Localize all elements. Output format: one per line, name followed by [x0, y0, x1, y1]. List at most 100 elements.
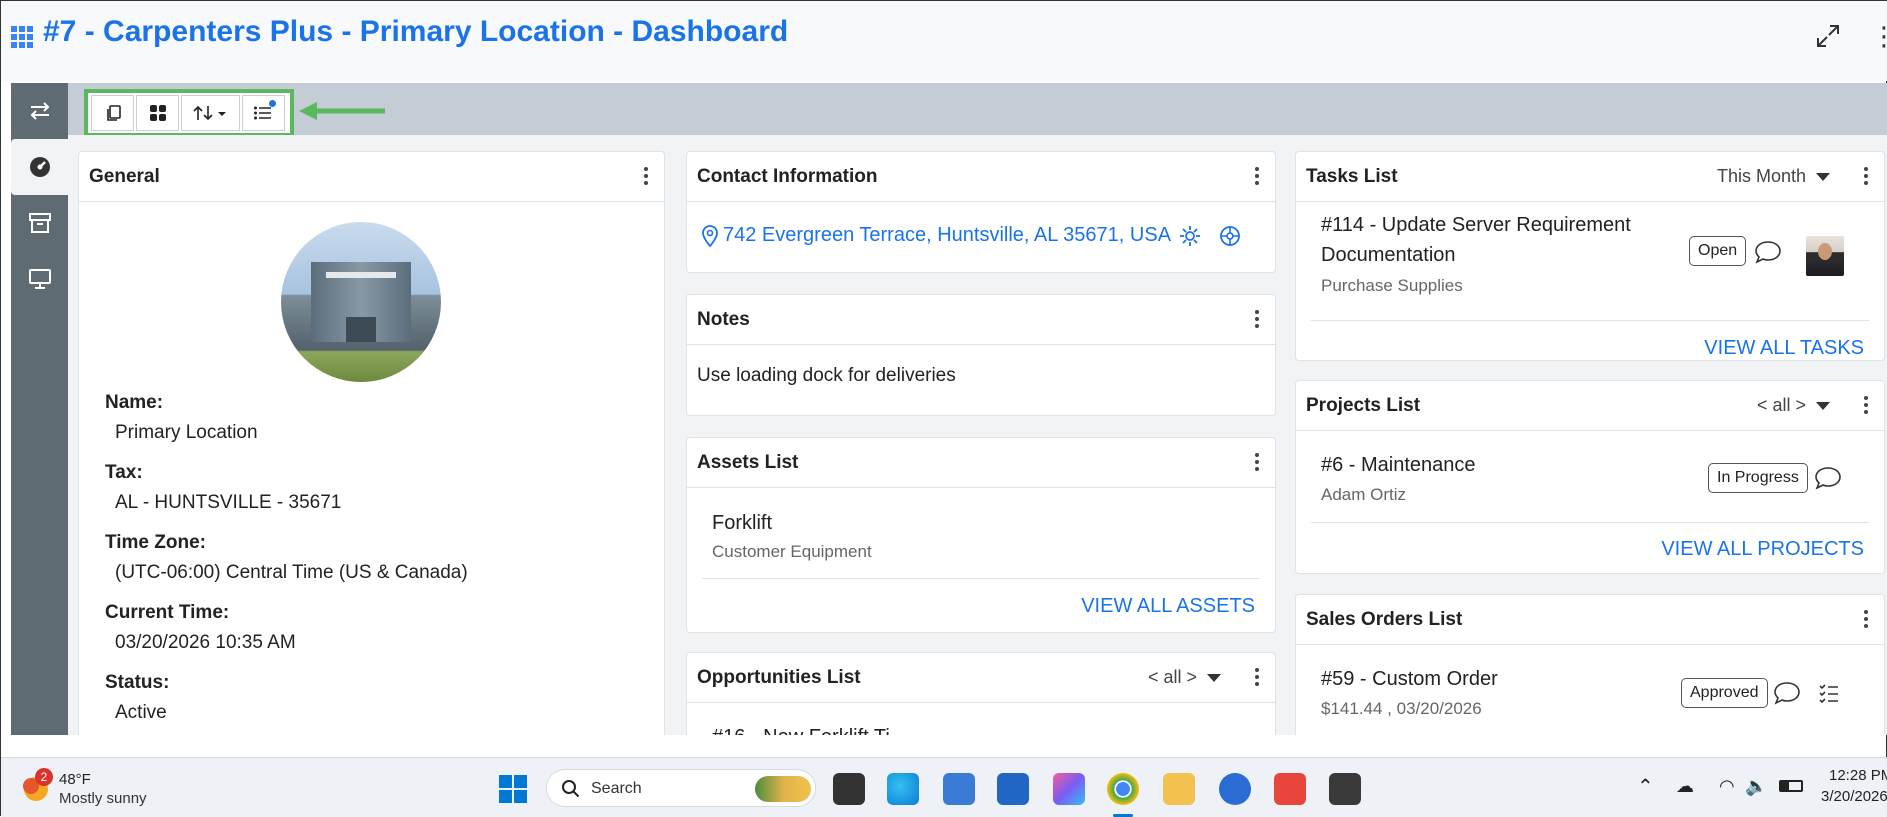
filter-dropdown[interactable]: < all >: [1757, 395, 1830, 416]
sort-dropdown-icon[interactable]: [181, 95, 240, 131]
status-badge: In Progress: [1708, 463, 1808, 493]
temperature: 48°F: [59, 771, 91, 788]
field-label: Status:: [105, 672, 170, 693]
clock-time[interactable]: 12:28 PM: [1829, 767, 1887, 784]
card-title: Opportunities List: [697, 666, 861, 688]
card-menu-icon[interactable]: [1862, 607, 1870, 631]
opportunities-card: Opportunities List < all > #16 - New For…: [686, 652, 1276, 735]
view-all-tasks-link[interactable]: VIEW ALL TASKS: [1704, 337, 1864, 360]
volume-mute-icon[interactable]: 🔈: [1745, 776, 1767, 797]
switch-icon[interactable]: [11, 83, 68, 139]
task-view-icon[interactable]: [833, 773, 865, 805]
edge-icon[interactable]: [887, 773, 919, 805]
app-window: #7 - Carpenters Plus - Primary Location …: [0, 0, 1887, 817]
page-title: #7 - Carpenters Plus - Primary Location …: [43, 15, 789, 48]
notes-text: Use loading dock for deliveries: [697, 365, 956, 386]
address-link[interactable]: 742 Evergreen Terrace, Huntsville, AL 35…: [723, 224, 1171, 247]
filter-value: This Month: [1716, 166, 1806, 186]
general-card: General Name: Primary Location Tax: AL -…: [78, 151, 665, 735]
card-menu-icon[interactable]: [1253, 450, 1261, 474]
field-value: Primary Location: [115, 422, 258, 443]
comment-icon[interactable]: [1814, 466, 1842, 490]
app-s-icon[interactable]: [1274, 773, 1306, 805]
comment-icon[interactable]: [1773, 681, 1801, 705]
line-items-icon[interactable]: [1818, 682, 1840, 704]
field-label: Time Zone:: [105, 532, 206, 553]
chrome-icon[interactable]: [1107, 773, 1139, 805]
taskbar-search[interactable]: Search: [546, 769, 816, 807]
card-title: Sales Orders List: [1306, 608, 1463, 630]
store-icon[interactable]: [997, 773, 1029, 805]
card-menu-icon[interactable]: [1253, 307, 1261, 331]
monitor-icon[interactable]: [11, 251, 68, 307]
file-explorer-icon[interactable]: [1163, 773, 1195, 805]
wifi-icon[interactable]: ◠: [1719, 776, 1735, 797]
project-owner: Adam Ortiz: [1321, 485, 1407, 504]
field-value: Active: [115, 702, 167, 723]
card-menu-icon[interactable]: [1862, 393, 1870, 417]
asset-name: Forklift: [712, 512, 772, 534]
outlook-icon[interactable]: [943, 773, 975, 805]
comment-icon[interactable]: [1754, 240, 1782, 264]
copilot-icon[interactable]: [1053, 773, 1085, 805]
location-photo: [281, 222, 441, 382]
card-menu-icon[interactable]: [1862, 164, 1870, 188]
divider: [702, 578, 1260, 579]
status-badge: Approved: [1681, 678, 1768, 708]
filter-value: < all >: [1147, 667, 1197, 687]
sublime-icon[interactable]: [1329, 773, 1361, 805]
assets-card: Assets List Forklift Customer Equipment …: [686, 437, 1276, 633]
copy-icon[interactable]: [91, 95, 135, 131]
apps-grid-icon[interactable]: [11, 26, 33, 48]
divider: [1311, 320, 1869, 321]
field-label: Tax:: [105, 462, 143, 483]
dashboard-icon[interactable]: [11, 139, 68, 195]
opportunity-name[interactable]: #16 - New Forklift Ti...: [712, 726, 907, 735]
title-bar: #7 - Carpenters Plus - Primary Location …: [1, 1, 1887, 81]
expand-icon[interactable]: [1815, 23, 1841, 49]
status-badge: Open: [1689, 236, 1747, 266]
app-icon[interactable]: [1219, 773, 1251, 805]
asset-type: Customer Equipment: [712, 542, 872, 561]
card-title: Contact Information: [697, 165, 878, 187]
windows-taskbar: 2 48°F Mostly sunny Search ⌃ ☁ ◠ 🔈 12:28…: [1, 757, 1887, 817]
notification-dot: [269, 100, 277, 107]
card-title: Projects List: [1306, 394, 1421, 416]
card-menu-icon[interactable]: [1253, 164, 1261, 188]
list-settings-icon[interactable]: [241, 95, 286, 131]
search-highlight-icon: [755, 776, 811, 802]
weather-text: Mostly sunny: [59, 790, 147, 807]
filter-dropdown[interactable]: < all >: [1148, 667, 1221, 688]
cloud-off-icon[interactable]: ☁: [1676, 776, 1694, 797]
projects-card: Projects List < all > #6 - Maintenance A…: [1295, 380, 1885, 574]
widgets-grid-icon[interactable]: [136, 95, 180, 131]
field-value: 03/20/2026 10:35 AM: [115, 632, 296, 653]
task-title-line2: Documentation: [1321, 244, 1456, 266]
archive-icon[interactable]: [11, 195, 68, 251]
tray-chevron-up-icon[interactable]: ⌃: [1637, 774, 1654, 799]
location-pin-icon: [702, 224, 718, 247]
window-menu-icon[interactable]: ⋮: [1871, 23, 1887, 51]
arrow-icon: [299, 102, 385, 120]
map-icon[interactable]: [1219, 225, 1241, 247]
field-value: (UTC-06:00) Central Time (US & Canada): [115, 562, 468, 583]
chevron-down-icon: [1816, 402, 1830, 411]
layout-toolbar: [84, 89, 294, 137]
weather-widget[interactable]: 2 48°F Mostly sunny: [21, 768, 161, 810]
filter-dropdown[interactable]: This Month: [1717, 166, 1830, 187]
view-all-projects-link[interactable]: VIEW ALL PROJECTS: [1661, 538, 1864, 561]
project-name: #6 - Maintenance: [1321, 454, 1476, 476]
card-menu-icon[interactable]: [642, 164, 650, 188]
card-title: Assets List: [697, 451, 799, 473]
contact-card: Contact Information 742 Evergreen Terrac…: [686, 151, 1276, 273]
gear-icon[interactable]: [1179, 225, 1201, 247]
avatar[interactable]: [1806, 236, 1844, 276]
field-label: Name:: [105, 392, 164, 413]
windows-start-icon[interactable]: [497, 773, 529, 805]
search-placeholder: Search: [591, 780, 642, 797]
battery-icon[interactable]: [1779, 780, 1803, 792]
view-all-assets-link[interactable]: VIEW ALL ASSETS: [1081, 595, 1255, 618]
chevron-down-icon: [1816, 173, 1830, 182]
clock-date[interactable]: 3/20/2026: [1821, 788, 1887, 805]
card-menu-icon[interactable]: [1253, 665, 1261, 689]
